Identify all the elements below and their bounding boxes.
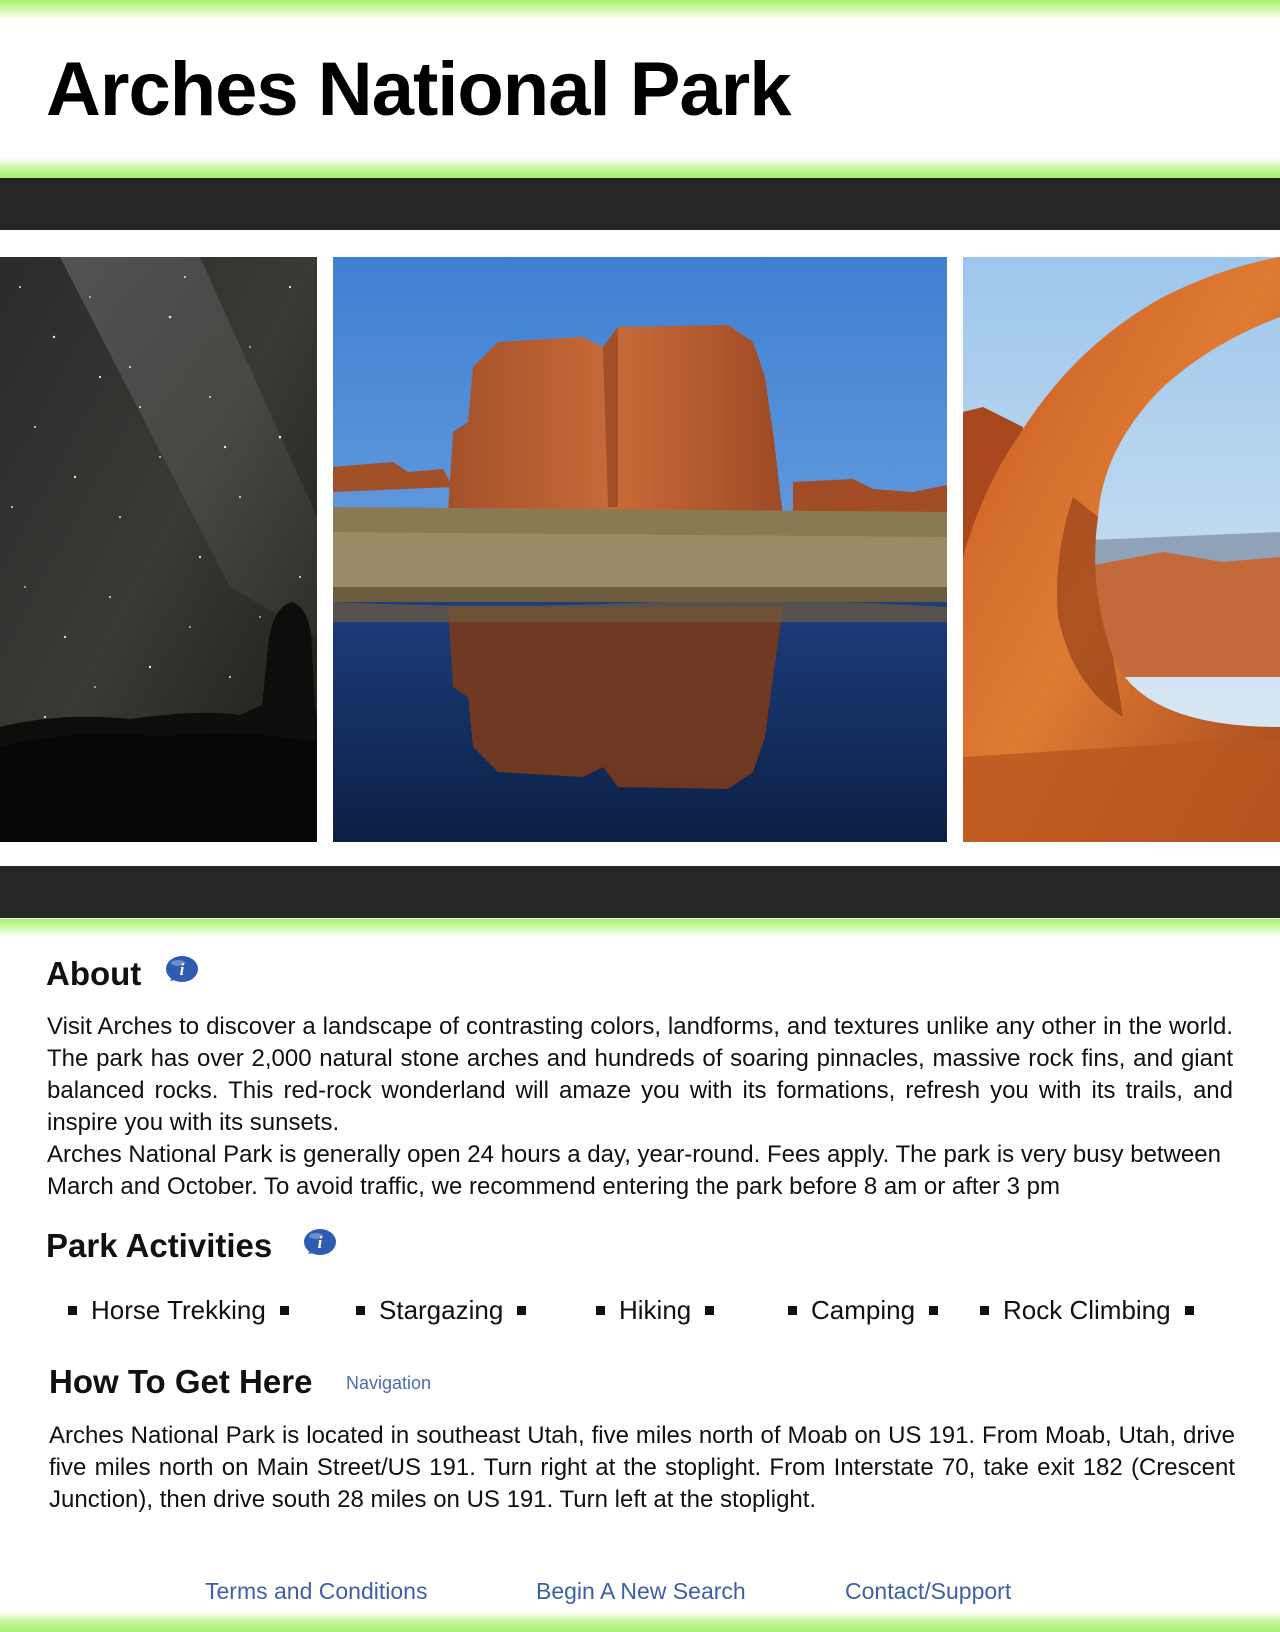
- activity-label: Horse Trekking: [91, 1294, 266, 1325]
- bullet-icon: [596, 1305, 605, 1315]
- activity-item: Rock Climbing: [980, 1290, 1194, 1330]
- activity-item: Hiking: [596, 1290, 715, 1330]
- activity-item: Stargazing: [356, 1290, 527, 1330]
- bullet-icon: [68, 1305, 77, 1315]
- directions-paragraph: Arches National Park is located in south…: [49, 1422, 1235, 1513]
- bullet-icon: [705, 1305, 715, 1315]
- gallery-image-double-arch: [963, 257, 1280, 842]
- footer-green-glow: [0, 1612, 1280, 1632]
- activity-label: Camping: [811, 1294, 916, 1325]
- bullet-icon: [929, 1305, 939, 1315]
- info-icon[interactable]: i: [302, 1228, 338, 1260]
- activity-label: Rock Climbing: [1003, 1294, 1171, 1325]
- svg-text:i: i: [318, 1233, 323, 1252]
- top-dark-bar: [0, 178, 1280, 230]
- page-title: Arches National Park: [46, 47, 792, 132]
- info-icon[interactable]: i: [164, 955, 200, 987]
- gallery-image-night-sky: [0, 257, 317, 842]
- about-paragraph-1: Visit Arches to discover a landscape of …: [47, 1013, 1233, 1136]
- bullet-icon: [279, 1305, 289, 1315]
- activity-label: Stargazing: [379, 1294, 504, 1325]
- gallery-green-glow: [0, 919, 1280, 937]
- activities-heading: Park Activities: [46, 1227, 273, 1264]
- activities-list: Horse Trekking Stargazing Hiking Camping…: [56, 1290, 1236, 1330]
- bullet-icon: [1184, 1305, 1194, 1315]
- directions-heading: How To Get Here: [49, 1363, 313, 1400]
- terms-link[interactable]: Terms and Conditions: [205, 1580, 427, 1603]
- gallery-image-courthouse-towers: [333, 257, 947, 842]
- about-heading: About: [46, 955, 142, 992]
- activity-label: Hiking: [619, 1294, 692, 1325]
- bottom-dark-bar: [0, 866, 1280, 918]
- bullet-icon: [980, 1305, 989, 1315]
- bullet-icon: [356, 1305, 365, 1315]
- header-green-glow: [0, 158, 1280, 178]
- bullet-icon: [788, 1305, 797, 1315]
- activity-item: Camping: [788, 1290, 939, 1330]
- activity-item: Horse Trekking: [68, 1290, 289, 1330]
- about-paragraph-2: Arches National Park is generally open 2…: [47, 1141, 1221, 1200]
- contact-support-link[interactable]: Contact/Support: [845, 1580, 1011, 1603]
- new-search-link[interactable]: Begin A New Search: [536, 1580, 746, 1603]
- bullet-icon: [517, 1305, 527, 1315]
- svg-text:i: i: [180, 960, 185, 979]
- navigation-link[interactable]: Navigation: [346, 1373, 431, 1394]
- top-green-glow: [0, 0, 1280, 20]
